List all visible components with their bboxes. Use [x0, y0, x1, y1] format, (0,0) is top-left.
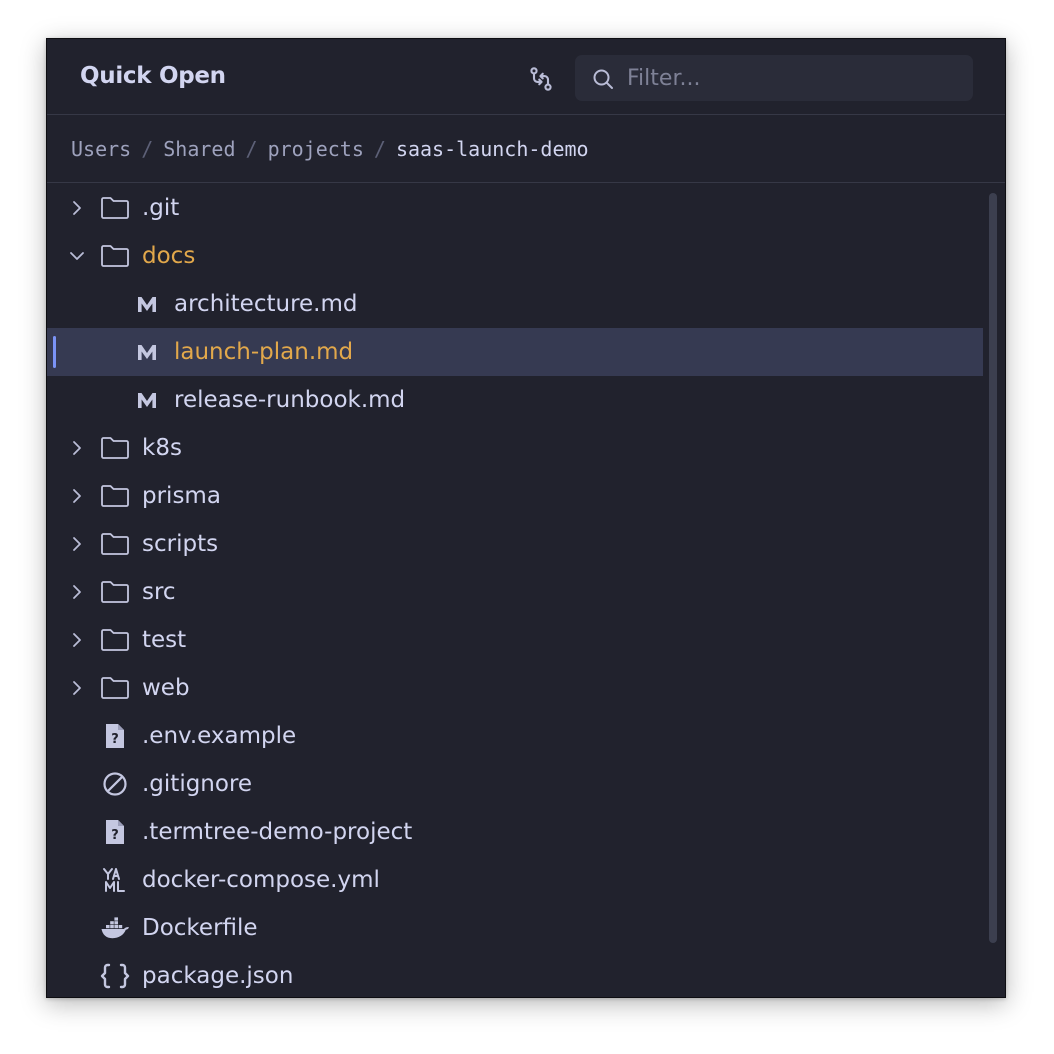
- git-compare-icon: [530, 67, 552, 91]
- docker-icon: [99, 912, 131, 944]
- markdown-icon: [131, 288, 163, 320]
- svg-text:?: ?: [111, 732, 119, 747]
- tree-item-label: docker-compose.yml: [142, 867, 380, 893]
- tree-item-docs-folder[interactable]: docs: [47, 232, 983, 280]
- chevron-right-icon[interactable]: [67, 438, 87, 458]
- chevron-down-icon[interactable]: [67, 246, 87, 266]
- breadcrumb-separator: /: [245, 136, 258, 161]
- tree-item-label: package.json: [142, 963, 294, 989]
- tree-item-label: Dockerfile: [142, 915, 258, 941]
- breadcrumb-segment-projects[interactable]: projects: [268, 137, 364, 161]
- file-tree: .git docs architecture.md launch-plan.md: [47, 184, 983, 997]
- source-control-button[interactable]: [525, 63, 557, 95]
- folder-icon: [99, 624, 131, 656]
- chevron-right-icon[interactable]: [67, 486, 87, 506]
- tree-item-architecture-md[interactable]: architecture.md: [47, 280, 983, 328]
- tree-item-web-folder[interactable]: web: [47, 664, 983, 712]
- tree-item-label: k8s: [142, 435, 182, 461]
- tree-item-docker-compose-yml[interactable]: docker-compose.yml: [47, 856, 983, 904]
- tree-item-label: .env.example: [142, 723, 297, 749]
- breadcrumb-separator: /: [373, 136, 386, 161]
- chevron-right-icon[interactable]: [67, 534, 87, 554]
- tree-item-scripts-folder[interactable]: scripts: [47, 520, 983, 568]
- chevron-right-icon[interactable]: [67, 582, 87, 602]
- header: Quick Open: [47, 39, 1005, 115]
- tree-item-label: prisma: [142, 483, 221, 509]
- chevron-right-icon[interactable]: [67, 678, 87, 698]
- breadcrumb-segment-users[interactable]: Users: [71, 137, 131, 161]
- folder-icon: [99, 576, 131, 608]
- tree-item-label: .gitignore: [142, 771, 253, 797]
- yaml-icon: [99, 864, 131, 896]
- svg-text:?: ?: [111, 828, 119, 843]
- tree-item-k8s-folder[interactable]: k8s: [47, 424, 983, 472]
- chevron-right-icon[interactable]: [67, 198, 87, 218]
- breadcrumb-segment-shared[interactable]: Shared: [163, 137, 235, 161]
- tree-item-label: .termtree-demo-project: [142, 819, 413, 845]
- tree-item-git-folder[interactable]: .git: [47, 184, 983, 232]
- vertical-scrollbar-thumb[interactable]: [989, 193, 997, 943]
- folder-icon: [99, 672, 131, 704]
- quick-open-panel: Quick Open Users / Shared / projects /: [46, 38, 1006, 998]
- folder-icon: [99, 192, 131, 224]
- tree-item-label: architecture.md: [174, 291, 358, 317]
- tree-item-launch-plan-md[interactable]: launch-plan.md: [47, 328, 983, 376]
- tree-item-termtree-demo-project[interactable]: ? .termtree-demo-project: [47, 808, 983, 856]
- breadcrumb-segment-current[interactable]: saas-launch-demo: [396, 137, 589, 161]
- filter-input[interactable]: [627, 55, 957, 101]
- tree-item-label: .git: [142, 195, 180, 221]
- tree-item-label: test: [142, 627, 187, 653]
- markdown-icon: [131, 336, 163, 368]
- panel-title: Quick Open: [80, 63, 226, 89]
- folder-icon: [99, 432, 131, 464]
- unknown-file-icon: ?: [99, 816, 131, 848]
- tree-item-gitignore[interactable]: .gitignore: [47, 760, 983, 808]
- chevron-right-icon[interactable]: [67, 630, 87, 650]
- tree-item-release-runbook-md[interactable]: release-runbook.md: [47, 376, 983, 424]
- ignore-icon: [99, 768, 131, 800]
- selection-indicator: [53, 336, 56, 368]
- filter-box[interactable]: [575, 55, 973, 101]
- search-icon: [593, 69, 613, 89]
- braces-icon: [99, 960, 131, 992]
- tree-item-label: web: [142, 675, 190, 701]
- tree-item-env-example[interactable]: ? .env.example: [47, 712, 983, 760]
- folder-icon: [99, 528, 131, 560]
- tree-item-test-folder[interactable]: test: [47, 616, 983, 664]
- tree-item-label: launch-plan.md: [174, 339, 354, 365]
- tree-item-package-json[interactable]: package.json: [47, 952, 983, 997]
- tree-item-label: src: [142, 579, 176, 605]
- unknown-file-icon: ?: [99, 720, 131, 752]
- tree-item-label: scripts: [142, 531, 219, 557]
- tree-item-label: release-runbook.md: [174, 387, 406, 413]
- breadcrumb: Users / Shared / projects / saas-launch-…: [47, 115, 1005, 183]
- tree-item-dockerfile[interactable]: Dockerfile: [47, 904, 983, 952]
- folder-icon: [99, 480, 131, 512]
- tree-item-prisma-folder[interactable]: prisma: [47, 472, 983, 520]
- breadcrumb-separator: /: [141, 136, 154, 161]
- folder-icon: [99, 240, 131, 272]
- tree-item-src-folder[interactable]: src: [47, 568, 983, 616]
- markdown-icon: [131, 384, 163, 416]
- tree-item-label: docs: [142, 243, 196, 269]
